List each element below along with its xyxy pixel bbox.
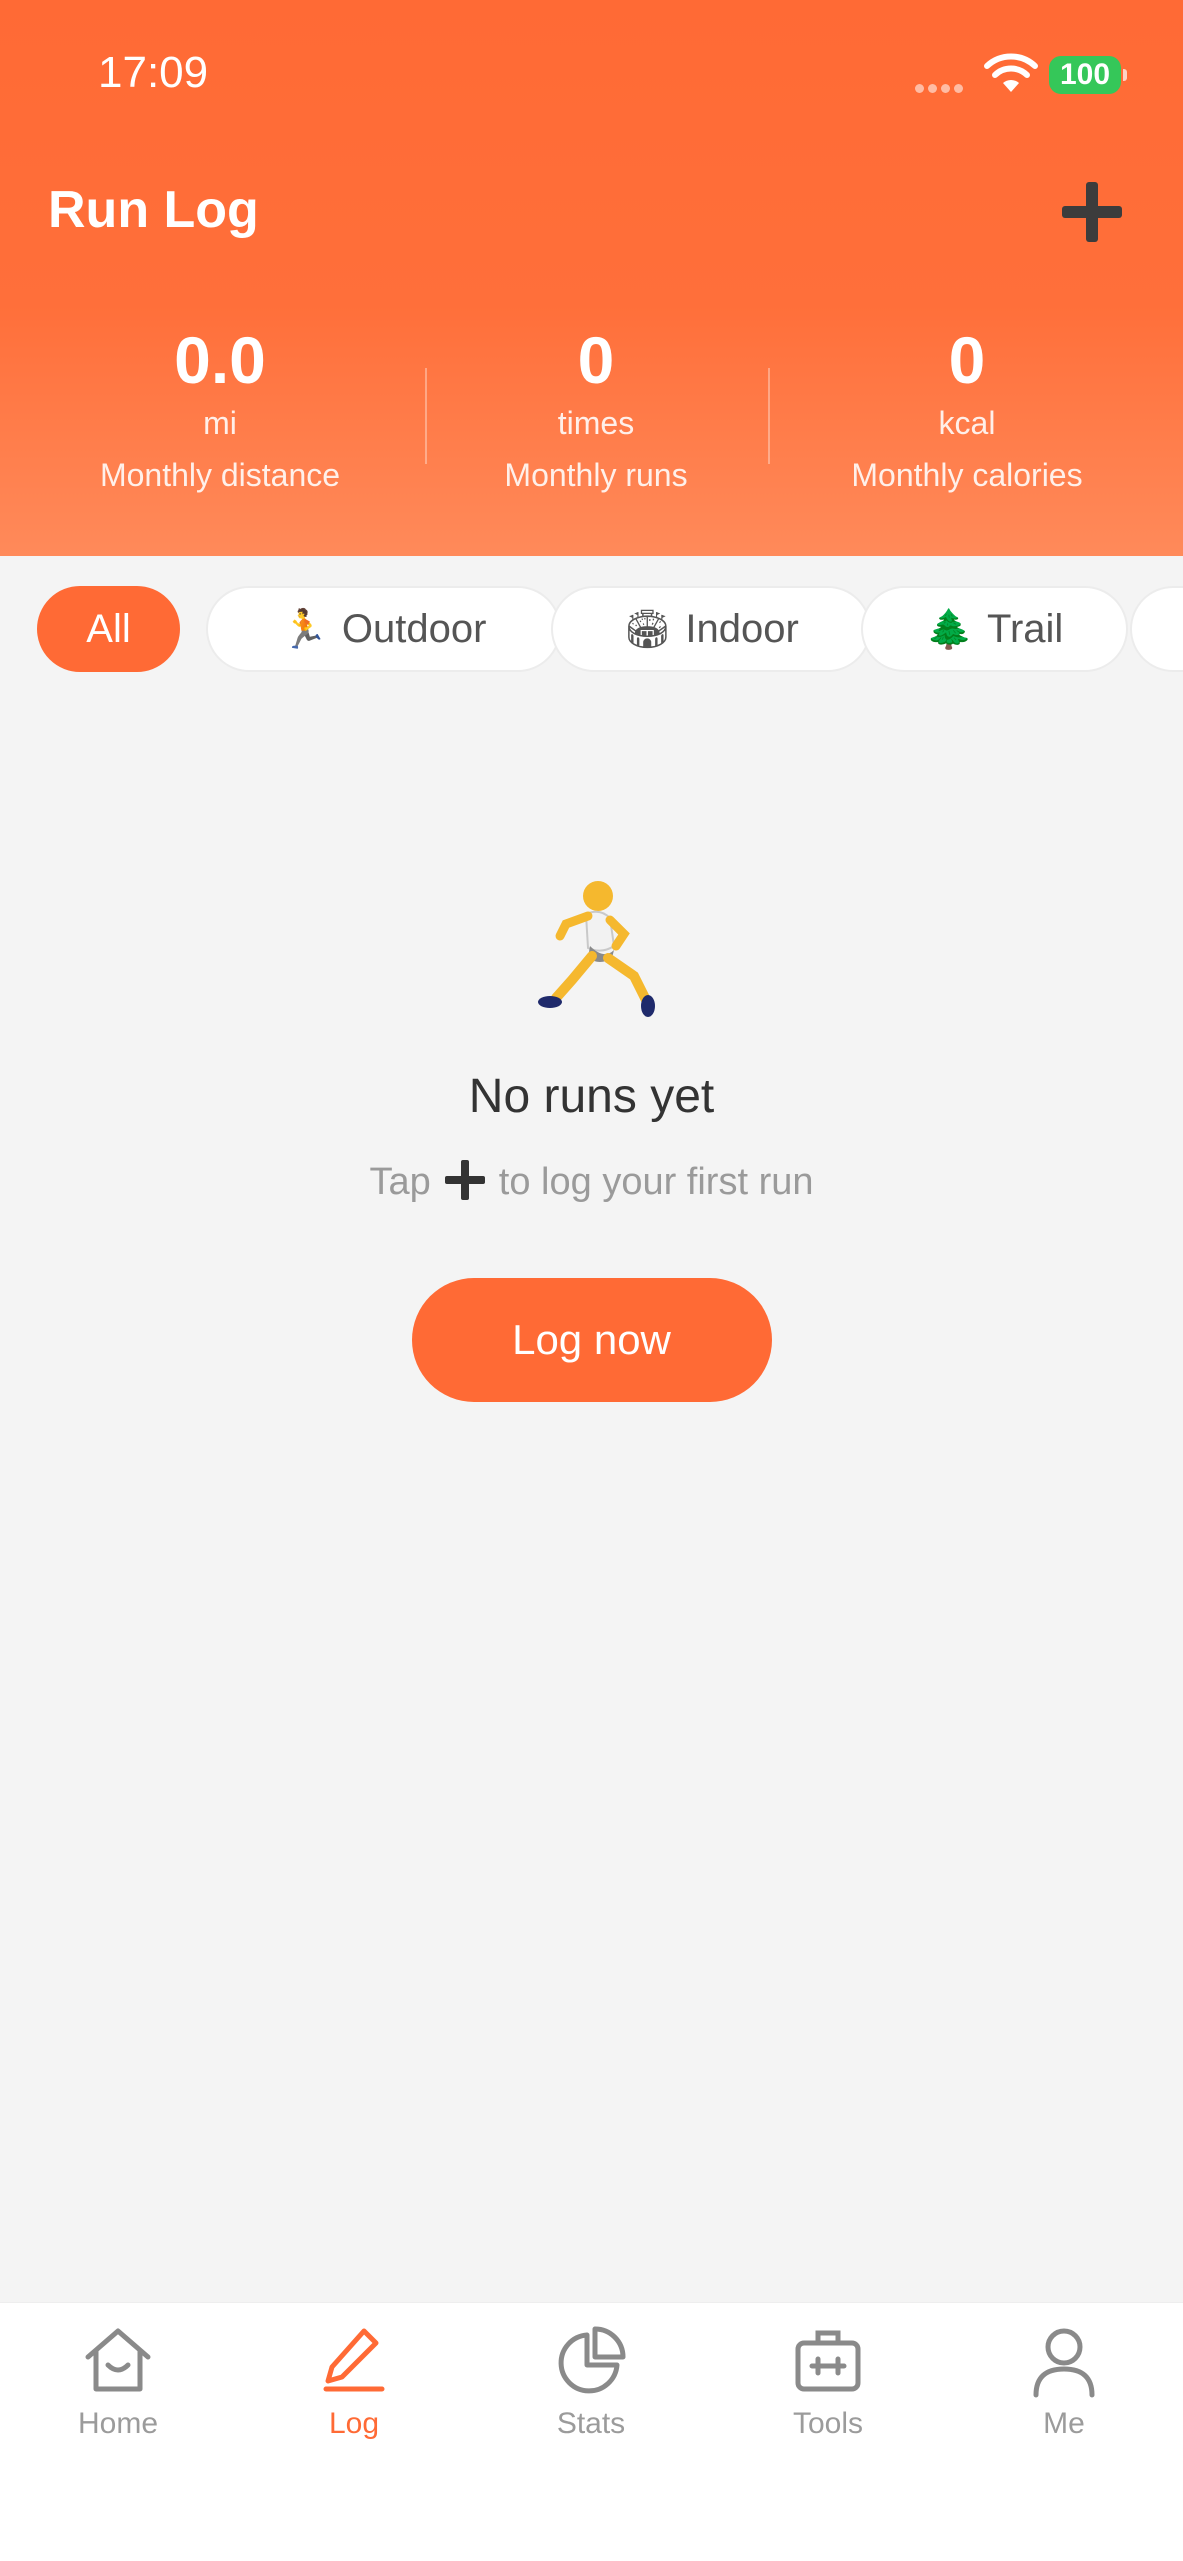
tab-label: Me [1043, 2407, 1085, 2440]
tab-log[interactable]: Log [236, 2323, 472, 2441]
subtitle-text: to log your first run [498, 1161, 814, 1203]
stat-runs: 0 times Monthly runs [396, 320, 796, 498]
filter-all[interactable]: All [37, 586, 180, 672]
tab-stats[interactable]: Stats [473, 2323, 709, 2441]
stat-calories: 0 kcal Monthly calories [767, 320, 1167, 498]
empty-state: No runs yet Tap to log your first run Log… [0, 880, 1183, 1402]
filter-more[interactable] [1130, 586, 1183, 672]
tab-me[interactable]: Me [946, 2323, 1182, 2441]
tab-label: Tools [792, 2407, 864, 2440]
tab-bar: Home Log Stats Tools Me [0, 2302, 1183, 2561]
stat-value: 0 [577, 323, 615, 397]
stat-value: 0.0 [174, 323, 266, 397]
empty-title: No runs yet [468, 1070, 715, 1123]
monthly-stats: 0.0 mi Monthly distance 0 times Monthly … [0, 320, 1183, 520]
stat-unit: kcal [938, 405, 996, 441]
tab-label: Home [77, 2407, 159, 2440]
chip-label: All [86, 607, 131, 651]
empty-subtitle: Tap to log your first run [0, 1160, 1183, 1204]
chip-label: Outdoor [341, 607, 487, 651]
runner-icon [537, 881, 655, 1017]
tab-tools[interactable]: Tools [710, 2323, 946, 2441]
stat-unit: mi [203, 405, 237, 441]
pencil-icon [323, 2328, 385, 2392]
home-icon [85, 2328, 151, 2392]
stadium-icon: 🏟 [623, 609, 672, 651]
tab-home[interactable]: Home [0, 2323, 236, 2441]
stat-label: Monthly distance [99, 457, 341, 493]
wifi-icon [984, 53, 1038, 92]
toolbox-icon [795, 2330, 861, 2392]
signal-icon [915, 80, 967, 98]
chip-label: Trail [987, 607, 1064, 651]
tab-label: Stats [556, 2407, 626, 2440]
log-now-button[interactable]: Log now [411, 1278, 772, 1402]
battery-icon: 100 [1049, 56, 1127, 94]
subtitle-text: Tap [369, 1161, 431, 1203]
tree-icon: 🌲 [925, 609, 974, 651]
add-run-button[interactable] [1062, 182, 1122, 242]
stat-label: Monthly calories [851, 457, 1083, 493]
chip-label: Indoor [685, 607, 799, 651]
filter-indoor[interactable]: 🏟 Indoor [551, 586, 871, 672]
pie-chart-icon [558, 2326, 626, 2394]
status-time: 17:09 [98, 48, 209, 97]
stat-distance: 0.0 mi Monthly distance [20, 320, 420, 498]
plus-icon [444, 1160, 485, 1200]
stat-label: Monthly runs [504, 457, 688, 493]
stat-value: 0 [948, 323, 986, 397]
filter-outdoor[interactable]: 🏃 Outdoor [206, 586, 561, 672]
stat-unit: times [557, 405, 635, 441]
header: 17:09 100 Run Log 0.0 mi Monthly distanc… [0, 0, 1183, 556]
page-title: Run Log [48, 181, 259, 239]
tab-label: Log [328, 2407, 380, 2440]
runner-icon: 🏃 [280, 609, 328, 651]
filter-trail[interactable]: 🌲 Trail [861, 586, 1128, 672]
person-icon [1033, 2328, 1095, 2398]
